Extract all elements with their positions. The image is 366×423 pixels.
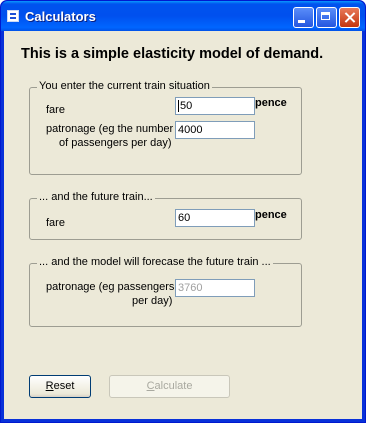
close-button[interactable] [339,7,360,28]
future-fare-label: fare [46,217,65,229]
reset-label: eset [53,380,75,392]
current-patronage-label-line1: patronage (eg the number [46,123,174,135]
current-fare-label: fare [46,104,65,116]
current-situation-group: You enter the current train situation fa… [29,80,302,175]
window-title: Calculators [25,9,96,24]
calculators-window: Calculators This is a simple elasticity … [0,0,366,423]
current-fare-input[interactable]: 50 [175,97,255,115]
title-bar[interactable]: Calculators [1,1,365,31]
reset-mnemonic: R [45,380,54,392]
future-train-group: ... and the future train... fare 60 penc… [29,191,302,240]
calculate-button[interactable]: Calculate [109,375,230,398]
calculate-label: alculate [154,380,193,392]
forecast-patronage-label-line1: patronage (eg passengers [46,281,175,293]
current-patronage-label-line2: of passengers per day) [59,137,172,149]
text-caret [178,100,179,112]
future-fare-input[interactable]: 60 [175,209,255,227]
forecast-group: ... and the model will forecase the futu… [29,256,302,327]
future-train-legend: ... and the future train... [37,191,155,203]
maximize-button[interactable] [316,7,337,28]
current-fare-unit: pence [255,97,287,109]
client-area: This is a simple elasticity model of dem… [4,31,362,419]
reset-button[interactable]: Reset [29,375,91,398]
current-situation-legend: You enter the current train situation [37,80,212,92]
minimize-button[interactable] [293,7,314,28]
forecast-patronage-output: 3760 [175,279,255,297]
page-heading: This is a simple elasticity model of dem… [21,46,324,62]
app-icon[interactable] [7,10,19,22]
current-patronage-input[interactable]: 4000 [175,121,255,139]
forecast-patronage-label-line2: per day) [132,295,173,307]
calculate-mnemonic: C [146,380,155,392]
forecast-legend: ... and the model will forecase the futu… [37,256,273,268]
future-fare-unit: pence [255,209,287,221]
